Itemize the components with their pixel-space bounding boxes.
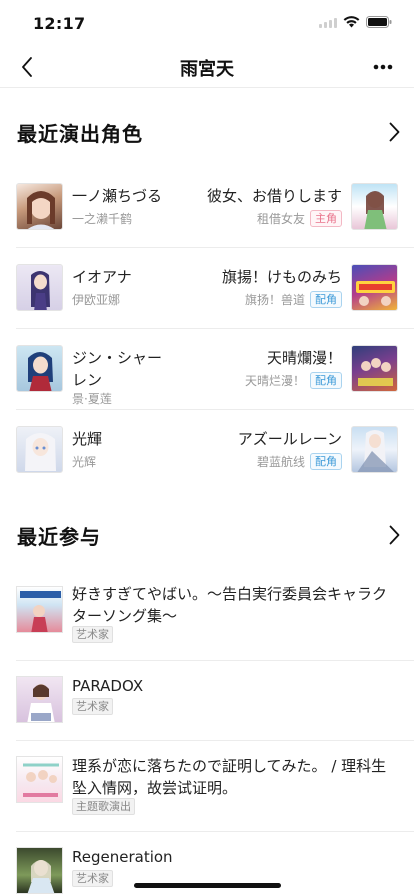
anime-cover (351, 264, 398, 311)
character-name-cn: 景·夏莲 (72, 392, 112, 406)
anime-title-cn: 碧蓝航线 (256, 455, 305, 469)
album-cover (16, 756, 63, 803)
status-time: 12:17 (33, 14, 86, 33)
character-avatar (16, 345, 63, 392)
page-title: 雨宮天 (180, 59, 234, 80)
work-tag: 主题歌演出 (72, 798, 135, 815)
role-badge: 主角 (310, 210, 342, 227)
work-tag: 艺术家 (72, 626, 113, 643)
home-indicator (134, 883, 281, 888)
album-cover (16, 676, 63, 723)
work-title: 好きすぎてやばい。～告白実行委員会キャラクターソング集～ (72, 585, 388, 625)
wifi-icon (343, 16, 360, 28)
status-bar: 12:17 (0, 0, 414, 46)
anime-cover (351, 426, 398, 473)
work-title: PARADOX (72, 677, 144, 695)
work-row[interactable]: 好きすぎてやばい。～告白実行委員会キャラクターソング集～ 艺术家 (16, 570, 414, 661)
work-row[interactable]: 理系が恋に落ちたので証明してみた。 / 理科生坠入情网，故尝试证明。 主题歌演出 (16, 741, 414, 832)
anime-title-cn: 天晴烂漫！ (244, 374, 305, 388)
anime-title-cn: 租借女友 (256, 212, 305, 226)
role-badge: 配角 (310, 291, 342, 308)
anime-meta: 碧蓝航线 配角 (257, 453, 342, 470)
roles-more-button[interactable] (384, 120, 404, 144)
chevron-right-icon (389, 525, 399, 545)
character-avatar (16, 426, 63, 473)
role-badge: 配角 (310, 372, 342, 389)
work-tag: 艺术家 (72, 698, 113, 715)
work-title: Regeneration (72, 848, 173, 866)
character-name: ジン・シャーレン (72, 349, 163, 389)
character-name-cn: 伊欧亚娜 (72, 293, 121, 307)
role-row[interactable]: 光輝 光辉 アズールレーン 碧蓝航线 配角 (16, 410, 414, 491)
works-section-header[interactable]: 最近参与 (17, 520, 404, 550)
anime-meta: 旗扬！兽道 配角 (245, 291, 342, 308)
work-row[interactable]: PARADOX 艺术家 (16, 661, 414, 741)
anime-cover (351, 345, 398, 392)
battery-icon (366, 16, 392, 28)
roles-section-header[interactable]: 最近演出角色 (17, 117, 404, 147)
works-more-button[interactable] (384, 523, 404, 547)
signal-icon (319, 17, 337, 28)
anime-title: アズールレーン (237, 430, 342, 448)
role-row[interactable]: 一ノ瀬ちづる 一之濑千鹤 彼女、お借りします 租借女友 主角 (16, 167, 414, 248)
anime-title: 旗揚！けものみち (221, 268, 342, 286)
chevron-right-icon (389, 122, 399, 142)
character-name-cn: 光辉 (72, 455, 97, 469)
more-icon (373, 64, 393, 70)
album-cover (16, 586, 63, 633)
anime-title: 彼女、お借りします (206, 187, 342, 205)
role-row[interactable]: イオアナ 伊欧亚娜 旗揚！けものみち 旗扬！兽道 配角 (16, 248, 414, 329)
more-button[interactable] (370, 54, 396, 80)
anime-title-cn: 旗扬！兽道 (244, 293, 305, 307)
character-avatar (16, 183, 63, 230)
nav-bar: 雨宮天 (0, 46, 414, 88)
work-tag: 艺术家 (72, 870, 113, 887)
work-title: 理系が恋に落ちたので証明してみた。 / 理科生坠入情网，故尝试证明。 (72, 757, 387, 797)
character-name: 光輝 (72, 430, 103, 448)
album-cover (16, 847, 63, 894)
character-avatar (16, 264, 63, 311)
role-row[interactable]: ジン・シャーレン 景·夏莲 天晴爛漫！ 天晴烂漫！ 配角 (16, 329, 414, 410)
status-icons (319, 16, 392, 28)
anime-meta: 天晴烂漫！ 配角 (245, 372, 342, 389)
anime-cover (351, 183, 398, 230)
anime-meta: 租借女友 主角 (257, 210, 342, 227)
character-name-cn: 一之濑千鹤 (72, 212, 133, 226)
character-name: 一ノ瀬ちづる (72, 187, 163, 205)
works-section-title: 最近参与 (17, 524, 101, 549)
role-badge: 配角 (310, 453, 342, 470)
roles-section-title: 最近演出角色 (17, 121, 143, 146)
anime-title: 天晴爛漫！ (266, 349, 342, 367)
character-name: イオアナ (72, 268, 132, 286)
